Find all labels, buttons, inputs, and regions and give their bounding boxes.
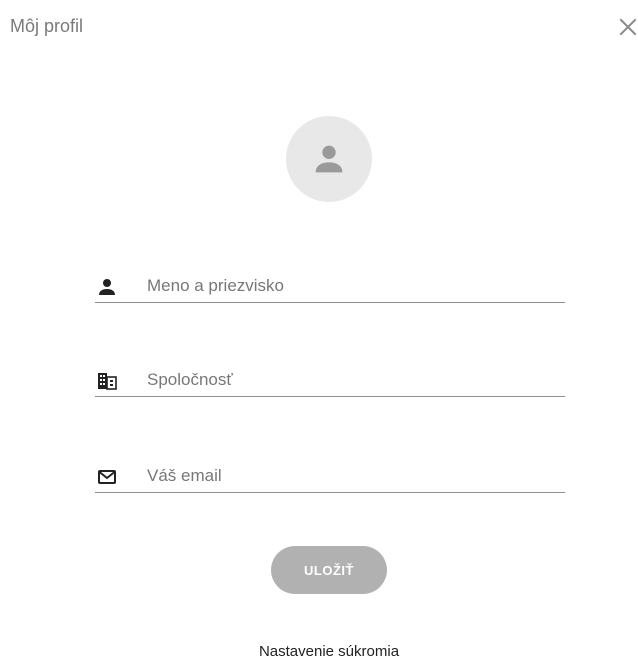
- privacy-settings-link[interactable]: Nastavenie súkromia: [0, 644, 638, 658]
- close-button[interactable]: [618, 16, 638, 38]
- company-input[interactable]: [147, 366, 557, 394]
- page-title: Môj profil: [10, 16, 84, 36]
- building-icon: [97, 372, 117, 390]
- person-icon: [97, 278, 117, 296]
- email-input[interactable]: [147, 462, 557, 490]
- close-icon: [619, 18, 637, 36]
- save-button[interactable]: ULOŽIŤ: [271, 546, 387, 594]
- profile-dialog: Môj profil Meno a priezvisko Spoločnosť …: [0, 0, 638, 658]
- mail-icon: [97, 468, 117, 486]
- company-field: [95, 366, 565, 397]
- person-icon: [315, 145, 343, 173]
- avatar[interactable]: [286, 116, 372, 202]
- email-field: [95, 462, 565, 493]
- name-field: [95, 272, 565, 303]
- name-input[interactable]: [147, 272, 557, 300]
